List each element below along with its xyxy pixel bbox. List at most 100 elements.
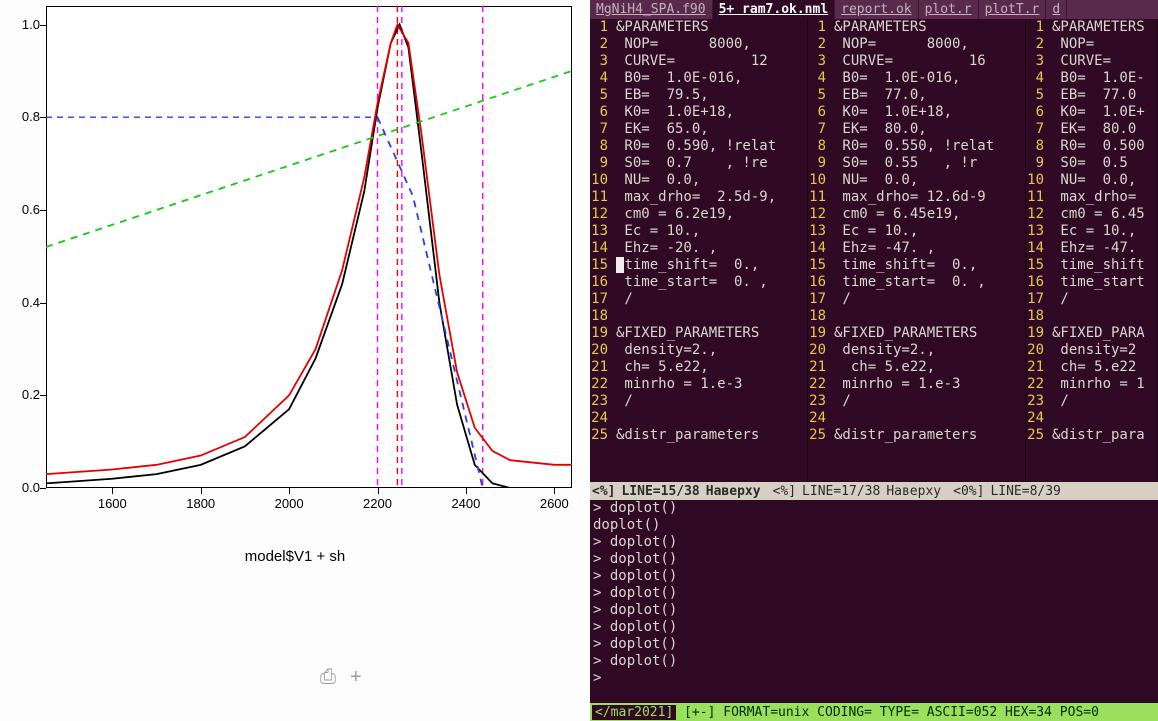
- editor-pane[interactable]: 1&PARAMETERS2 NOP= 3 CURVE= 4 B0= 1.0E-5…: [1026, 19, 1158, 482]
- code-line: 13 Ec = 10.,: [1026, 223, 1157, 240]
- x-tick-label: 2200: [363, 496, 392, 511]
- code-line: 1&PARAMETERS: [590, 19, 807, 36]
- code-line: 20 density=2.,: [808, 342, 1025, 359]
- code-line: 23 /: [808, 393, 1025, 410]
- code-line: 21 ch= 5.e22: [1026, 359, 1157, 376]
- status-pct: <0%]: [953, 483, 990, 499]
- y-tick-label: 0.0: [10, 480, 40, 495]
- y-tick-label: 0.8: [10, 109, 40, 124]
- code-line: 9 S0= 0.5: [1026, 155, 1157, 172]
- editor-pane[interactable]: 1&PARAMETERS2 NOP= 8000,3 CURVE= 164 B0=…: [808, 19, 1026, 482]
- x-tick-label: 2000: [275, 496, 304, 511]
- console-line: > doplot(): [593, 534, 1155, 551]
- console-line: > doplot(): [593, 636, 1155, 653]
- code-line: 1&PARAMETERS: [808, 19, 1025, 36]
- camera-icon[interactable]: ⎙: [320, 666, 336, 689]
- code-line: 22 minrho = 1: [1026, 376, 1157, 393]
- console-line: > doplot(): [593, 653, 1155, 670]
- code-line: 9 S0= 0.7 , !re: [590, 155, 807, 172]
- code-line: 16 time_start= 0. ,: [590, 274, 807, 291]
- editor-tab[interactable]: plotT.r: [979, 0, 1047, 19]
- code-line: 4 B0= 1.0E-: [1026, 70, 1157, 87]
- editor-tabbar[interactable]: MgNiH4_SPA.f905+ ram7.ok.nmlreport.okplo…: [590, 0, 1158, 19]
- editor-pane[interactable]: 1&PARAMETERS2 NOP= 8000,3 CURVE= 124 B0=…: [590, 19, 808, 482]
- code-line: 23 /: [590, 393, 807, 410]
- code-line: 17 /: [590, 291, 807, 308]
- plus-icon[interactable]: +: [350, 666, 362, 689]
- code-line: 24: [590, 410, 807, 427]
- code-line: 15 time_shift= 0.,: [808, 257, 1025, 274]
- code-line: 1&PARAMETERS: [1026, 19, 1157, 36]
- chart-svg: [46, 6, 572, 488]
- code-line: 12 cm0 = 6.45e19,: [808, 206, 1025, 223]
- code-line: 19&FIXED_PARAMETERS: [808, 325, 1025, 342]
- code-line: 9 S0= 0.55 , !r: [808, 155, 1025, 172]
- code-line: 10 NU= 0.0,: [1026, 172, 1157, 189]
- code-line: 5 EB= 77.0: [1026, 87, 1157, 104]
- code-line: 22 minrho = 1.e-3: [590, 376, 807, 393]
- console-line: > doplot(): [593, 602, 1155, 619]
- console-line: > doplot(): [593, 500, 1155, 517]
- code-line: 7 EK= 80.0: [1026, 121, 1157, 138]
- code-line: 25&distr_para: [1026, 427, 1157, 444]
- code-line: 6 K0= 1.0E+: [1026, 104, 1157, 121]
- code-line: 23 /: [1026, 393, 1157, 410]
- code-line: 8 R0= 0.590, !relat: [590, 138, 807, 155]
- code-line: 15 time_shift: [1026, 257, 1157, 274]
- code-line: 2 NOP=: [1026, 36, 1157, 53]
- code-line: 25&distr_parameters: [590, 427, 807, 444]
- code-line: 4 B0= 1.0E-016,: [808, 70, 1025, 87]
- code-line: 13 Ec = 10.,: [590, 223, 807, 240]
- plot-toolbar: ⎙ +: [320, 666, 362, 689]
- x-tick-label: 2400: [451, 496, 480, 511]
- x-tick-label: 1800: [186, 496, 215, 511]
- code-line: 16 time_start= 0. ,: [808, 274, 1025, 291]
- code-line: 12 cm0 = 6.2e19,: [590, 206, 807, 223]
- editor-tab[interactable]: report.ok: [835, 0, 918, 19]
- status-pct: <%]: [592, 483, 621, 499]
- code-line: 22 minrho = 1.e-3: [808, 376, 1025, 393]
- code-line: 14 Ehz= -47. ,: [808, 240, 1025, 257]
- footer-lead: </mar2021]: [592, 705, 676, 720]
- code-line: 19&FIXED_PARA: [1026, 325, 1157, 342]
- plot-window: model$V1 + sh ⎙ + 0.00.20.40.60.81.01600…: [0, 0, 590, 721]
- status-pos: Наверху: [706, 483, 767, 499]
- editor-tab[interactable]: d: [1046, 0, 1067, 19]
- code-line: 11 max_drho=: [1026, 189, 1157, 206]
- y-tick-label: 1.0: [10, 17, 40, 32]
- code-line: 11 max_drho= 2.5d-9,: [590, 189, 807, 206]
- code-line: 16 time_start: [1026, 274, 1157, 291]
- console-line: > doplot(): [593, 568, 1155, 585]
- code-line: 3 CURVE= 12: [590, 53, 807, 70]
- editor-statusbar: <%]LINE=15/38Наверху <%]LINE=17/38Наверх…: [590, 482, 1158, 500]
- code-line: 10 NU= 0.0,: [808, 172, 1025, 189]
- code-line: 20 density=2.,: [590, 342, 807, 359]
- console-line: > doplot(): [593, 585, 1155, 602]
- terminal-window: MgNiH4_SPA.f905+ ram7.ok.nmlreport.okplo…: [590, 0, 1158, 721]
- x-tick-label: 1600: [98, 496, 127, 511]
- code-line: 12 cm0 = 6.45: [1026, 206, 1157, 223]
- code-line: 7 EK= 65.0,: [590, 121, 807, 138]
- code-line: 18: [590, 308, 807, 325]
- editor-tab[interactable]: MgNiH4_SPA.f90: [590, 0, 713, 19]
- code-line: 3 CURVE= 16: [808, 53, 1025, 70]
- code-line: 2 NOP= 8000,: [808, 36, 1025, 53]
- y-tick-label: 0.6: [10, 202, 40, 217]
- status-line: LINE=17/38: [802, 483, 886, 499]
- text-cursor: [616, 257, 624, 273]
- console-line: > doplot(): [593, 619, 1155, 636]
- code-line: 4 B0= 1.0E-016,: [590, 70, 807, 87]
- code-line: 20 density=2: [1026, 342, 1157, 359]
- r-console[interactable]: > doplot() doplot()> doplot()> doplot()>…: [590, 500, 1158, 703]
- console-line: >: [593, 670, 1155, 687]
- console-line: doplot(): [593, 517, 1155, 534]
- editor-tab[interactable]: 5+ ram7.ok.nml: [713, 0, 836, 19]
- code-line: 17 /: [808, 291, 1025, 308]
- y-tick-label: 0.4: [10, 295, 40, 310]
- editor-tab[interactable]: plot.r: [919, 0, 979, 19]
- status-pos: Наверху: [886, 483, 947, 499]
- code-line: 6 K0= 1.0E+18,: [808, 104, 1025, 121]
- code-line: 5 EB= 79.5,: [590, 87, 807, 104]
- code-line: 10 NU= 0.0,: [590, 172, 807, 189]
- code-line: 7 EK= 80.0,: [808, 121, 1025, 138]
